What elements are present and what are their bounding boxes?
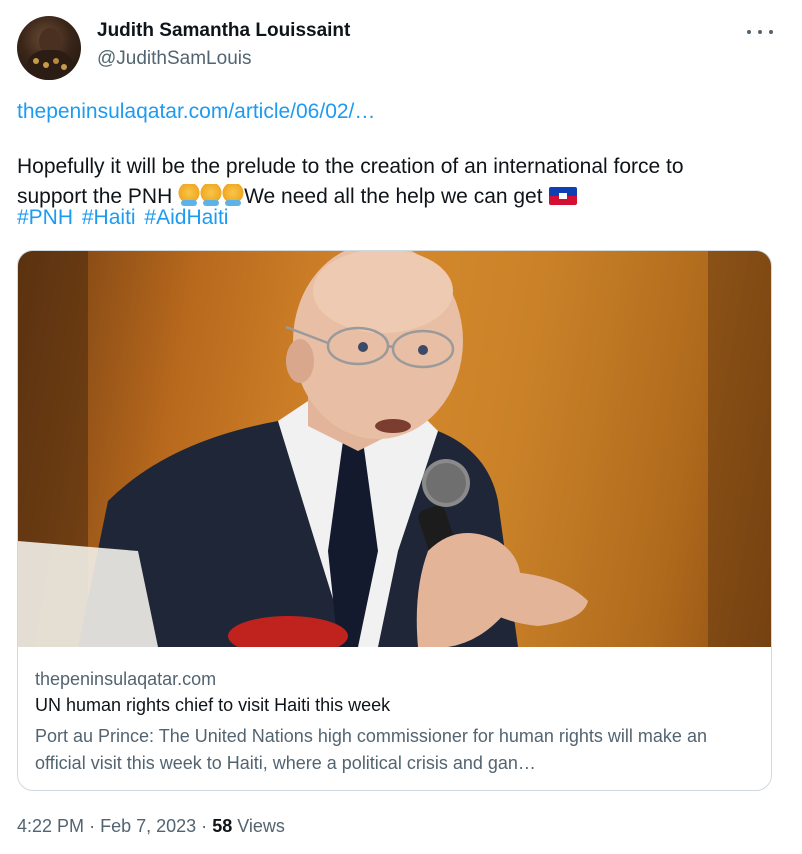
- tweet-date[interactable]: Feb 7, 2023: [100, 816, 196, 836]
- folded-hands-emoji: [200, 184, 223, 206]
- avatar-body: [27, 50, 73, 80]
- tweet-text-line2-after: We need all the help we can get: [244, 185, 543, 208]
- card-description: Port au Prince: The United Nations high …: [35, 726, 707, 773]
- views-label: Views: [237, 816, 285, 836]
- folded-hands-emoji: [222, 184, 245, 206]
- hashtag-list: #PNH #Haiti #AidHaiti: [17, 206, 231, 230]
- card-domain: thepeninsulaqatar.com: [35, 669, 217, 689]
- tweet-text-line2: support the PNH: [17, 185, 179, 208]
- meta-separator: ·: [201, 816, 208, 836]
- meta-separator: ·: [89, 816, 96, 836]
- hashtag-haiti[interactable]: #Haiti: [82, 206, 136, 229]
- author-name[interactable]: Judith Samantha Louissaint: [97, 20, 350, 42]
- author-avatar[interactable]: [17, 16, 81, 80]
- tweet-text-line1: Hopefully it will be the prelude to the …: [17, 155, 684, 178]
- tweet-time[interactable]: 4:22 PM: [17, 816, 84, 836]
- more-horizontal-icon[interactable]: [747, 22, 773, 42]
- speaker-photo: [18, 251, 771, 647]
- hashtag-aidhaiti[interactable]: #AidHaiti: [144, 206, 228, 229]
- folded-hands-emoji: [178, 184, 201, 206]
- card-title: UN human rights chief to visit Haiti thi…: [35, 695, 391, 715]
- avatar-necklace: [33, 58, 39, 64]
- views-count: 58: [212, 816, 233, 836]
- card-image: [18, 251, 771, 647]
- tweet-link[interactable]: thepeninsulaqatar.com/article/06/02/…: [17, 100, 375, 124]
- tweet-meta: 4:22 PM · Feb 7, 2023 · 58 Views: [17, 816, 285, 837]
- hashtag-pnh[interactable]: #PNH: [17, 206, 73, 229]
- link-preview-card[interactable]: thepeninsulaqatar.com UN human rights ch…: [17, 250, 772, 791]
- haiti-flag-emoji: [548, 187, 577, 205]
- author-handle[interactable]: @JudithSamLouis: [97, 48, 251, 70]
- tweet-text: Hopefully it will be the prelude to the …: [17, 152, 787, 212]
